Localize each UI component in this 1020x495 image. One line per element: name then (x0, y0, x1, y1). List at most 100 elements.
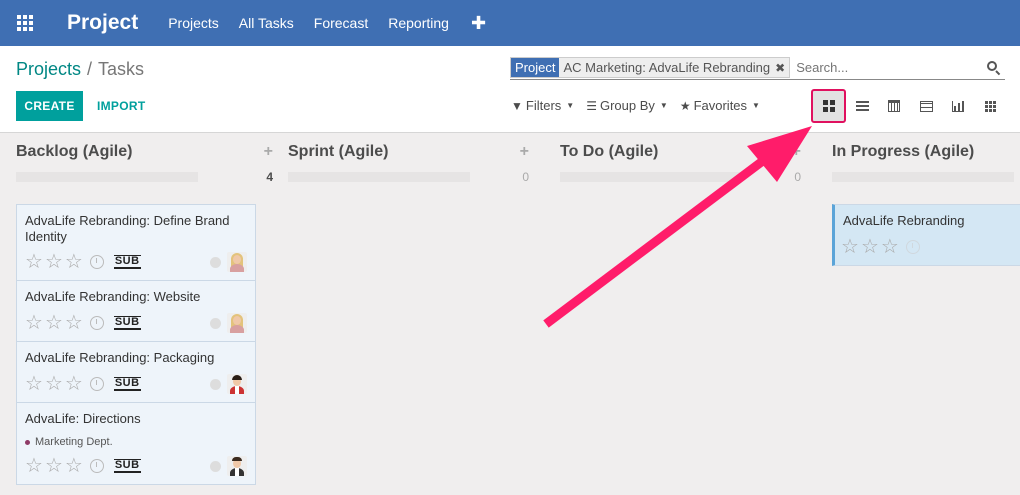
subtask-badge[interactable]: SUB (113, 316, 141, 330)
star-icon: ★ (679, 98, 691, 113)
star-icon[interactable]: ☆ (25, 313, 43, 333)
app-brand[interactable]: Project (67, 11, 138, 35)
clock-icon[interactable] (89, 316, 104, 330)
nav-projects[interactable]: Projects (168, 15, 219, 31)
subtask-badge[interactable]: SUB (113, 377, 141, 391)
pivot-view-button[interactable] (974, 90, 1006, 122)
star-icon[interactable]: ☆ (45, 456, 63, 476)
search-bar: Project AC Marketing: AdvaLife Rebrandin… (510, 56, 1005, 80)
kanban-column-in-progress: In Progress (Agile) AdvaLife Rebranding … (832, 133, 1020, 273)
star-icon[interactable]: ☆ (881, 237, 899, 257)
import-button[interactable]: IMPORT (91, 91, 151, 121)
control-panel: Projects / Tasks CREATE IMPORT Project AC … (0, 46, 1020, 133)
avatar[interactable] (227, 456, 247, 476)
breadcrumb-projects-link[interactable]: Projects (16, 59, 81, 79)
star-icon[interactable]: ☆ (65, 456, 83, 476)
kanban-column-sprint: Sprint (Agile) + 0 (288, 133, 529, 193)
star-icon[interactable]: ☆ (45, 252, 63, 272)
search-facet: Project AC Marketing: AdvaLife Rebrandin… (510, 57, 791, 78)
task-card[interactable]: AdvaLife Rebranding: Define Brand Identi… (16, 204, 256, 281)
star-icon[interactable]: ☆ (25, 456, 43, 476)
task-tag[interactable]: Marketing Dept. (25, 436, 113, 448)
status-dot[interactable] (210, 460, 221, 472)
clock-icon[interactable] (89, 377, 104, 391)
status-dot[interactable] (210, 317, 221, 329)
funnel-icon: ▼ (511, 98, 523, 113)
quick-create-plus-icon[interactable]: ✚ (471, 13, 486, 34)
task-card[interactable]: AdvaLife: Directions Marketing Dept. ☆ ☆ ☆… (16, 402, 256, 485)
status-dot[interactable] (210, 378, 221, 390)
avatar[interactable] (227, 252, 247, 272)
search-input[interactable] (796, 57, 985, 78)
card-footer: ☆ ☆ ☆ (841, 236, 1020, 258)
apps-menu-icon[interactable] (0, 0, 50, 46)
create-button[interactable]: CREATE (16, 91, 83, 121)
calendar-view-button[interactable] (878, 90, 910, 122)
view-switcher (811, 89, 1006, 123)
caret-down-icon: ▼ (659, 101, 668, 110)
star-icon[interactable]: ☆ (45, 313, 63, 333)
task-title: AdvaLife Rebranding (843, 213, 965, 228)
star-icon[interactable]: ☆ (861, 237, 879, 257)
column-progress-bar[interactable] (16, 172, 198, 182)
breadcrumb-current: Tasks (98, 59, 145, 79)
column-progress-bar[interactable] (560, 172, 742, 182)
column-title: In Progress (Agile) (832, 143, 975, 160)
facet-remove-icon[interactable]: ✖ (775, 61, 785, 75)
card-footer: ☆ ☆ ☆ SUB (25, 312, 247, 334)
clock-icon[interactable] (89, 459, 104, 473)
nav-reporting[interactable]: Reporting (388, 15, 449, 31)
avatar[interactable] (227, 374, 247, 394)
filters-dropdown[interactable]: ▼ Filters ▼ (511, 98, 574, 113)
column-quick-add-icon[interactable]: + (520, 143, 529, 161)
bar-chart-icon (952, 100, 964, 112)
calendar-icon (888, 100, 900, 112)
subtask-badge[interactable]: SUB (113, 255, 141, 269)
star-icon[interactable]: ☆ (25, 252, 43, 272)
column-title: Backlog (Agile) (16, 143, 133, 160)
kanban-icon (822, 100, 835, 112)
avatar[interactable] (227, 313, 247, 333)
task-card[interactable]: AdvaLife Rebranding ☆ ☆ ☆ (832, 204, 1020, 266)
column-quick-add-icon[interactable]: + (792, 143, 801, 161)
group-by-dropdown[interactable]: ☰ Group By ▼ (586, 98, 668, 113)
column-progress-bar[interactable] (832, 172, 1014, 182)
search-options: ▼ Filters ▼ ☰ Group By ▼ ★ Favorites ▼ (511, 98, 772, 113)
column-count: 4 (266, 170, 273, 184)
column-title: Sprint (Agile) (288, 143, 389, 160)
status-dot[interactable] (210, 256, 221, 268)
top-navbar: Project Projects All Tasks Forecast Repo… (0, 0, 1020, 46)
star-icon[interactable]: ☆ (65, 374, 83, 394)
kanban-column-backlog: Backlog (Agile) + 4 AdvaLife Rebranding:… (16, 133, 273, 495)
kanban-board: Backlog (Agile) + 4 AdvaLife Rebranding:… (0, 133, 1020, 495)
table-icon (919, 100, 933, 112)
clock-icon[interactable] (89, 255, 104, 269)
facet-label: Project (511, 58, 560, 77)
caret-down-icon: ▼ (566, 101, 575, 110)
star-icon[interactable]: ☆ (25, 374, 43, 394)
subtask-badge[interactable]: SUB (113, 459, 141, 473)
star-icon[interactable]: ☆ (45, 374, 63, 394)
favorites-dropdown[interactable]: ★ Favorites ▼ (680, 98, 760, 113)
column-count: 0 (522, 170, 529, 184)
kanban-view-button[interactable] (811, 89, 846, 123)
tag-color-dot (25, 439, 30, 445)
search-icon[interactable] (985, 59, 1003, 77)
task-card[interactable]: AdvaLife Rebranding: Website ☆ ☆ ☆ SUB (16, 280, 256, 342)
pivot-grid-icon (984, 100, 996, 112)
nav-forecast[interactable]: Forecast (314, 15, 368, 31)
task-card[interactable]: AdvaLife Rebranding: Packaging ☆ ☆ ☆ SUB (16, 341, 256, 403)
star-icon[interactable]: ☆ (841, 237, 859, 257)
clock-icon[interactable] (905, 240, 920, 254)
graph-view-button[interactable] (942, 90, 974, 122)
table-view-button[interactable] (910, 90, 942, 122)
list-view-button[interactable] (846, 90, 878, 122)
star-icon[interactable]: ☆ (65, 252, 83, 272)
column-progress-bar[interactable] (288, 172, 470, 182)
star-icon[interactable]: ☆ (65, 313, 83, 333)
nav-all-tasks[interactable]: All Tasks (239, 15, 294, 31)
task-title: AdvaLife Rebranding: Define Brand Identi… (25, 213, 230, 244)
task-title: AdvaLife Rebranding: Packaging (25, 350, 215, 365)
column-quick-add-icon[interactable]: + (264, 143, 273, 161)
breadcrumb: Projects / Tasks (16, 59, 144, 80)
